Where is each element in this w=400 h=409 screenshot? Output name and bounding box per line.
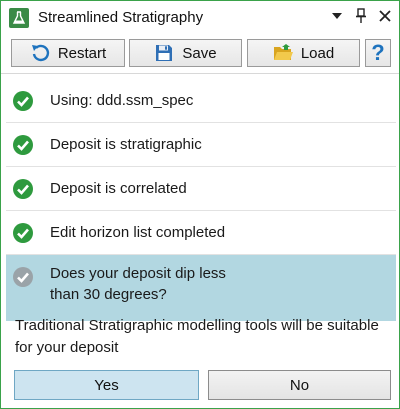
open-folder-icon (273, 43, 293, 63)
yes-button[interactable]: Yes (14, 370, 199, 400)
check-circle-icon (13, 222, 33, 243)
no-button[interactable]: No (208, 370, 391, 400)
toolbar: Restart Save Load ? (1, 34, 399, 72)
dropdown-icon[interactable] (329, 7, 345, 25)
window-title: Streamlined Stratigraphy (38, 9, 204, 26)
restart-label: Restart (57, 44, 107, 62)
step-label: Edit horizon list completed (50, 224, 226, 241)
help-button[interactable]: ? (365, 39, 391, 67)
pin-icon[interactable] (353, 7, 369, 25)
check-circle-grey-icon (13, 267, 33, 287)
step-item[interactable]: Deposit is stratigraphic (6, 123, 396, 166)
check-circle-icon (13, 90, 33, 111)
step-item[interactable]: Edit horizon list completed (6, 211, 396, 254)
restart-button[interactable]: Restart (11, 39, 125, 67)
guidance-line2: for your deposit (15, 339, 119, 356)
step-question-line2: than 30 degrees? (50, 286, 167, 303)
save-label: Save (182, 44, 217, 62)
help-icon: ? (371, 40, 385, 65)
load-button[interactable]: Load (247, 39, 360, 67)
step-question-line1: Does your deposit dip less (50, 265, 226, 282)
step-list: Using: ddd.ssm_spec Deposit is stratigra… (6, 79, 396, 321)
step-item[interactable]: Using: ddd.ssm_spec (6, 79, 396, 122)
floppy-disk-icon (154, 43, 174, 63)
streamlined-stratigraphy-window: Streamlined Stratigraphy Restart Save Lo… (0, 0, 400, 409)
title-controls (329, 7, 393, 25)
step-item-active[interactable]: Does your deposit dip less than 30 degre… (6, 255, 396, 321)
step-label: Using: ddd.ssm_spec (50, 92, 194, 109)
step-item[interactable]: Deposit is correlated (6, 167, 396, 210)
guidance-text: Traditional Stratigraphic modelling tool… (15, 315, 387, 359)
restart-icon (30, 43, 50, 63)
check-circle-icon (13, 178, 33, 199)
guidance-line1: Traditional Stratigraphic modelling tool… (15, 317, 379, 334)
check-circle-icon (13, 134, 33, 155)
flask-icon (9, 7, 29, 28)
title-bar: Streamlined Stratigraphy (1, 1, 399, 34)
toolbar-divider (1, 73, 399, 74)
close-icon[interactable] (377, 7, 393, 25)
step-label: Deposit is stratigraphic (50, 136, 202, 153)
step-question: Does your deposit dip less than 30 degre… (50, 263, 226, 305)
step-label: Deposit is correlated (50, 180, 187, 197)
save-button[interactable]: Save (129, 39, 242, 67)
load-label: Load (300, 44, 335, 62)
